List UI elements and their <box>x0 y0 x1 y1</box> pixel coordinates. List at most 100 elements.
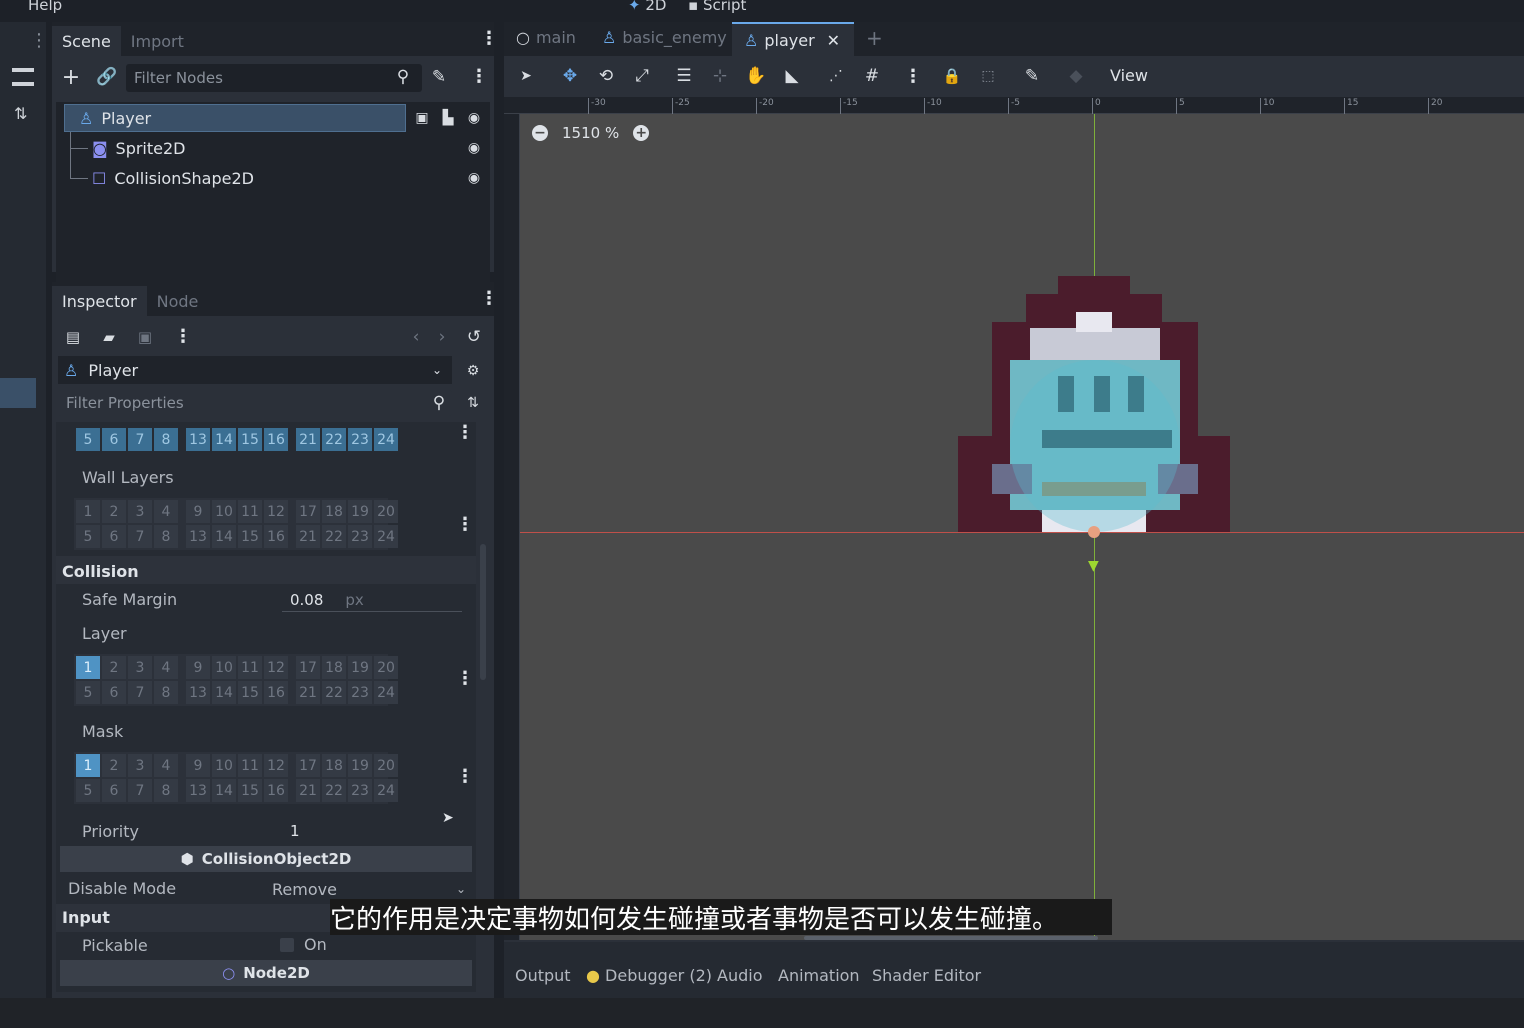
layer-bit-cell[interactable]: 5 <box>76 681 100 704</box>
collisionobject2d-header[interactable]: ⬢ CollisionObject2D <box>60 846 472 872</box>
smart-snap-icon[interactable]: ⋰ <box>826 66 846 86</box>
visibility-eye-icon[interactable]: ◉ <box>464 108 484 128</box>
collision-layer-grid[interactable]: 1 2 3 4 9 10 11 12 17 18 19 20 5 6 7 8 13 14 15 16 21 22 23 24 <box>74 654 398 706</box>
layer-bit-cell[interactable]: 15 <box>238 428 262 451</box>
layer-bit-cell[interactable]: 11 <box>238 656 262 679</box>
new-resource-icon[interactable]: ▤ <box>62 326 84 348</box>
inspector-scrollbar[interactable] <box>480 544 486 680</box>
layer-bit-cell[interactable]: 7 <box>128 428 152 451</box>
layer-bit-cell[interactable]: 24 <box>374 681 398 704</box>
layer-bit-cell[interactable]: 9 <box>186 500 210 523</box>
zoom-out-icon[interactable]: − <box>532 125 548 141</box>
layer-menu-icon[interactable]: ⋮ <box>456 422 474 443</box>
scene-tree-menu-icon[interactable]: ⋮ <box>470 66 488 87</box>
filter-properties-input[interactable]: Filter Properties <box>58 390 452 416</box>
layer-bit-cell[interactable]: 10 <box>212 754 236 777</box>
mask-menu-icon[interactable]: ⋮ <box>456 766 474 787</box>
snap-options-icon[interactable]: ⋮ <box>904 66 922 87</box>
layer-bit-cell[interactable]: 23 <box>348 681 372 704</box>
layer-bit-cell[interactable]: 13 <box>186 525 210 548</box>
layer-bit-cell[interactable]: 17 <box>296 754 320 777</box>
layer-bit-cell[interactable]: 8 <box>154 428 178 451</box>
grid-snap-icon[interactable]: # <box>862 66 882 86</box>
layer-menu-icon[interactable]: ⋮ <box>456 668 474 689</box>
node2d-header[interactable]: ○ Node2D <box>60 960 472 986</box>
layer-bit-cell[interactable]: 16 <box>264 428 288 451</box>
layer-bit-cell[interactable]: 18 <box>322 500 346 523</box>
resource-menu-icon[interactable]: ⋮ <box>174 326 192 347</box>
layer-bit-cell[interactable]: 6 <box>102 779 126 802</box>
layer-bit-cell[interactable]: 6 <box>102 428 126 451</box>
tab-inspector[interactable]: Inspector <box>52 286 147 316</box>
layer-bit-cell[interactable]: 22 <box>322 779 346 802</box>
layer-bit-cell[interactable]: 9 <box>186 656 210 679</box>
layer-bit-cell[interactable]: 12 <box>264 500 288 523</box>
ruler-tool-icon[interactable]: ◣ <box>782 66 802 86</box>
rotate-tool-icon[interactable]: ⟲ <box>596 66 616 86</box>
layer-bit-cell[interactable]: 24 <box>374 428 398 451</box>
close-tab-icon[interactable]: ✕ <box>827 31 840 50</box>
tree-node-player[interactable]: ♙ Player <box>64 104 406 132</box>
origin-gizmo[interactable] <box>1088 526 1100 538</box>
link-icon[interactable]: 🔗 <box>96 66 118 88</box>
layer-bit-cell[interactable]: 3 <box>128 500 152 523</box>
tab-animation[interactable]: Animation <box>778 966 860 985</box>
layer-bit-cell[interactable]: 11 <box>238 754 262 777</box>
layer-bit-cell[interactable]: 16 <box>264 681 288 704</box>
collision-section[interactable]: Collision <box>62 562 139 581</box>
zoom-in-icon[interactable]: + <box>633 125 650 141</box>
layer-bit-cell[interactable]: 22 <box>322 428 346 451</box>
tree-node-collisionshape2d[interactable]: ☐ CollisionShape2D <box>92 164 254 192</box>
layer-bit-cell[interactable]: 9 <box>186 754 210 777</box>
layer-bit-cell[interactable]: 23 <box>348 525 372 548</box>
layer-bit-cell[interactable]: 15 <box>238 681 262 704</box>
layer-bit-cell[interactable]: 19 <box>348 754 372 777</box>
select-tool-icon[interactable]: ➤ <box>516 66 536 86</box>
layer-bit-cell[interactable]: 20 <box>374 754 398 777</box>
layer-bit-cell[interactable]: 2 <box>102 754 126 777</box>
layer-bit-cell[interactable]: 20 <box>374 656 398 679</box>
selected-strip-item[interactable] <box>0 378 36 408</box>
layer-bit-cell[interactable]: 1 <box>76 500 100 523</box>
tree-node-sprite2d[interactable]: ◙ Sprite2D <box>92 134 185 162</box>
pivot-tool-icon[interactable]: ⊹ <box>710 66 730 86</box>
node-settings-icon[interactable]: ⚙ <box>462 360 484 382</box>
layer-bit-cell[interactable]: 11 <box>238 500 262 523</box>
layer-bit-cell[interactable]: 17 <box>296 656 320 679</box>
layer-bit-cell[interactable]: 1 <box>76 754 100 777</box>
open-folder-icon[interactable]: ▰ <box>98 326 120 348</box>
layer-bit-cell[interactable]: 5 <box>76 779 100 802</box>
layer-bit-cell[interactable]: 8 <box>154 681 178 704</box>
layer-bit-cell[interactable]: 4 <box>154 754 178 777</box>
layer-grid-row-partial[interactable]: 5 6 7 8 13 14 15 16 21 22 23 24 <box>76 428 398 451</box>
layer-bit-cell[interactable]: 4 <box>154 656 178 679</box>
layer-bit-cell[interactable]: 3 <box>128 754 152 777</box>
visibility-eye-icon[interactable]: ◉ <box>464 168 484 188</box>
layer-bit-cell[interactable]: 22 <box>322 525 346 548</box>
pickable-checkbox[interactable] <box>280 938 294 952</box>
layer-bit-cell[interactable]: 10 <box>212 500 236 523</box>
wall-layers-menu-icon[interactable]: ⋮ <box>456 514 474 535</box>
layer-bit-cell[interactable]: 2 <box>102 656 126 679</box>
script-icon[interactable]: ▙ <box>438 108 458 128</box>
layer-bit-cell[interactable]: 4 <box>154 500 178 523</box>
list-select-icon[interactable]: ☰ <box>674 66 694 86</box>
input-section[interactable]: Input <box>62 908 110 927</box>
2d-canvas[interactable]: − 1510 % + ▼ <box>520 114 1524 940</box>
layer-bit-cell[interactable]: 24 <box>374 525 398 548</box>
kebab-icon[interactable]: ⋮ <box>30 30 48 51</box>
pan-tool-icon[interactable]: ✋ <box>745 66 766 86</box>
layer-bit-cell[interactable]: 8 <box>154 779 178 802</box>
layer-bit-cell[interactable]: 18 <box>322 656 346 679</box>
layer-bit-cell[interactable]: 18 <box>322 754 346 777</box>
tab-basic-enemy[interactable]: ♙ basic_enemy <box>602 28 727 47</box>
layer-bit-cell[interactable]: 15 <box>238 779 262 802</box>
mode-script-button[interactable]: ▪ Script <box>688 0 746 14</box>
tab-debugger[interactable]: ● Debugger (2) <box>586 966 712 985</box>
camera-icon[interactable]: ◆ <box>1066 66 1086 86</box>
priority-value[interactable]: 1 <box>290 822 300 840</box>
layer-bit-cell[interactable]: 16 <box>264 779 288 802</box>
layer-bit-cell[interactable]: 21 <box>296 779 320 802</box>
tab-scene[interactable]: Scene <box>52 26 121 56</box>
layer-bit-cell[interactable]: 6 <box>102 681 126 704</box>
